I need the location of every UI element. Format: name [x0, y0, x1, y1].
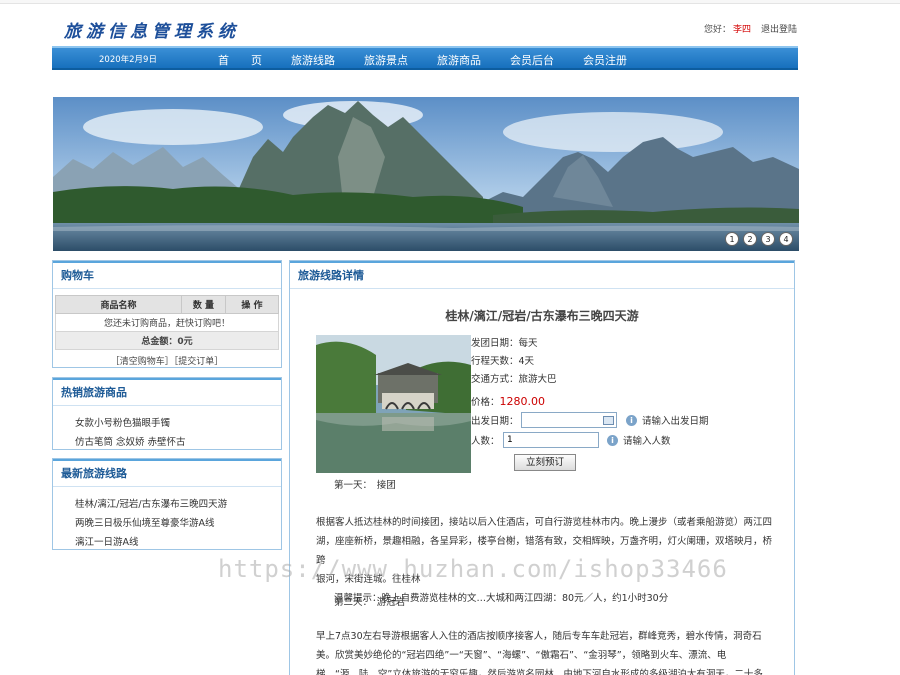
- people-row: 人数： i 请输入人数: [471, 432, 671, 448]
- info-icon: i: [607, 434, 618, 446]
- departure-date-row: 出发日期： i 请输入出发日期: [471, 412, 709, 428]
- banner-dot-4[interactable]: 4: [779, 232, 793, 246]
- nav-item-products[interactable]: 旅游商品: [437, 52, 481, 68]
- nav-item-home[interactable]: 首 页: [218, 52, 262, 68]
- calendar-icon[interactable]: [603, 415, 614, 425]
- people-label: 人数：: [471, 436, 500, 447]
- banner-slideshow[interactable]: 1 2 3 4: [53, 97, 799, 251]
- banner-landscape-image: [53, 97, 799, 251]
- route-detail-panel: 旅游线路详情 桂林/漓江/冠岩/古东瀑布三晚四天游 发团日期：每天 行程天数：4…: [289, 260, 795, 675]
- latest-routes-title: 最新旅游线路: [53, 459, 281, 487]
- cart-actions[interactable]: ［清空购物车］［提交订单］: [53, 354, 281, 367]
- transport-info: 交通方式：旅游大巴: [471, 374, 557, 385]
- logout-link[interactable]: 退出登陆: [761, 25, 797, 35]
- days-info: 行程天数：4天: [471, 356, 535, 367]
- cart-empty-message: 您还未订购商品，赶快订购吧！: [55, 313, 279, 332]
- hot-products-title: 热销旅游商品: [53, 378, 281, 406]
- cart-title: 购物车: [53, 261, 281, 289]
- people-tip: 请输入人数: [623, 436, 671, 447]
- cart-col-name: 商品名称: [55, 295, 182, 314]
- cart-table: 商品名称 数 量 操 作 您还未订购商品，赶快订购吧！ 总金额：0元: [55, 295, 279, 350]
- route-detail-panel-title: 旅游线路详情: [290, 261, 794, 289]
- price-label: 价格：: [471, 397, 500, 408]
- departure-date-label: 出发日期：: [471, 416, 519, 427]
- nav-item-routes[interactable]: 旅游线路: [291, 52, 335, 68]
- hot-product-item[interactable]: 仿古笔筒 念奴娇 赤壁怀古: [75, 433, 281, 452]
- banner-dot-1[interactable]: 1: [725, 232, 739, 246]
- latest-route-item[interactable]: 桂林/漓江/冠岩/古东瀑布三晚四天游: [75, 495, 281, 514]
- route-title: 桂林/漓江/冠岩/古东瀑布三晚四天游: [445, 309, 639, 323]
- day1-heading: 第一天： 接团: [334, 480, 396, 491]
- latest-route-item[interactable]: 两晚三日极乐仙境至尊豪华游A线: [75, 514, 281, 533]
- cart-col-action: 操 作: [225, 295, 279, 314]
- cart-total: 总金额：0元: [55, 331, 279, 350]
- book-now-button[interactable]: 立刻预订: [514, 454, 576, 471]
- latest-routes-panel: 最新旅游线路 桂林/漓江/冠岩/古东瀑布三晚四天游 两晚三日极乐仙境至尊豪华游A…: [52, 458, 282, 550]
- departure-date-tip: 请输入出发日期: [642, 416, 709, 427]
- hot-products-panel: 热销旅游商品 女款小号粉色猫眼手镯 仿古笔筒 念奴娇 赤壁怀古: [52, 377, 282, 450]
- day2-text-line: 美。欣赏美妙绝伦的“冠岩四绝”一“天窗”、“海螺”、“傲霜石”、“金羽琴”，领略…: [316, 650, 727, 661]
- price-row: 价格：1280.00: [471, 393, 557, 411]
- banner-dots: 1 2 3 4: [725, 232, 793, 246]
- main-nav: 2020年2月9日 首 页 旅游线路 旅游景点 旅游商品 会员后台 会员注册: [52, 46, 798, 70]
- nav-item-register[interactable]: 会员注册: [583, 52, 627, 68]
- nav-date: 2020年2月9日: [99, 55, 157, 65]
- nav-item-member-admin[interactable]: 会员后台: [510, 52, 554, 68]
- people-input[interactable]: [503, 432, 599, 448]
- nav-item-attractions[interactable]: 旅游景点: [364, 52, 408, 68]
- site-logo[interactable]: 旅游信息管理系统: [64, 17, 240, 42]
- day2-text-line: 梯、“源、陆、空”立体旅游的无穷乐趣，然后游览名园林、由地下河自水形成的多级湖泊…: [316, 669, 763, 675]
- day2-description: 早上7点30左右导游根据客人入住的酒店按顺序接客人，随后专车车赴冠岩，群峰竞秀，…: [316, 627, 772, 675]
- day2-heading: 第二天： 游冠岩: [334, 597, 406, 608]
- banner-dot-3[interactable]: 3: [761, 232, 775, 246]
- cart-col-qty: 数 量: [181, 295, 226, 314]
- top-border: [0, 0, 900, 4]
- user-bar: 您好： 李四 退出登陆: [704, 22, 797, 35]
- price-value: 1280.00: [499, 395, 546, 408]
- cart-panel: 购物车 商品名称 数 量 操 作 您还未订购商品，赶快订购吧！ 总金额：0元 ［…: [52, 260, 282, 368]
- info-icon: i: [626, 414, 637, 426]
- departure-info: 发团日期：每天: [471, 338, 538, 349]
- username-link[interactable]: 李四: [733, 25, 751, 35]
- greeting-label: 您好：: [703, 25, 731, 35]
- route-photo: [316, 335, 471, 473]
- day2-text-line: 早上7点30左右导游根据客人入住的酒店按顺序接客人，随后专车车赴冠岩，群峰竞秀，…: [316, 631, 762, 642]
- latest-route-item[interactable]: 漓江一日游A线: [75, 533, 281, 552]
- day1-text-line: 根据客人抵达桂林的时间接团，接站以后入住酒店，可自行游览桂林市内。晚上漫步（或者…: [316, 517, 773, 528]
- watermark-text: https://www.huzhan.com/ishop33466: [218, 555, 728, 583]
- route-info: 发团日期：每天 行程天数：4天 交通方式：旅游大巴 价格：1280.00: [471, 335, 557, 411]
- banner-dot-2[interactable]: 2: [743, 232, 757, 246]
- hot-product-item[interactable]: 女款小号粉色猫眼手镯: [75, 414, 281, 433]
